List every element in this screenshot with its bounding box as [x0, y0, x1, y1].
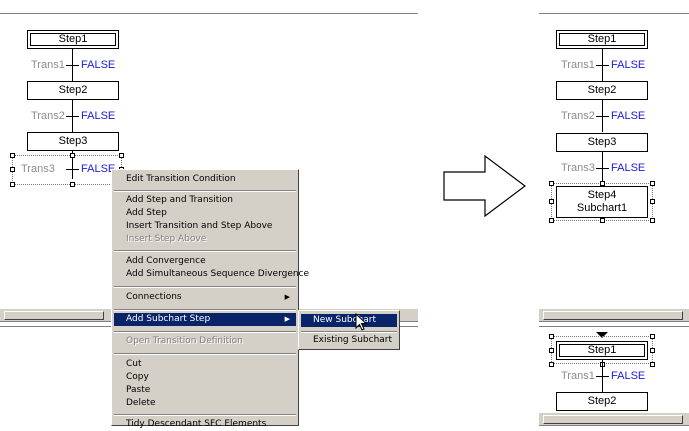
selection-handle[interactable] [70, 182, 75, 187]
left-trans1-bar [66, 65, 79, 66]
menu-item-add-subchart-step[interactable]: Add Subchart Step ▶ [114, 313, 296, 326]
selection-handle[interactable] [549, 218, 554, 223]
subchart-step2[interactable]: Step2 [556, 392, 648, 411]
context-menu: Edit Transition Condition Add Step and T… [111, 169, 309, 429]
menu-item-add-simultaneous-sequence-divergence[interactable]: Add Simultaneous Sequence Divergence [114, 268, 309, 281]
menu-separator [114, 309, 296, 311]
selection-handle[interactable] [70, 153, 75, 158]
right-trans1-condition[interactable]: FALSE [611, 59, 645, 71]
subchart-trans1-bar [596, 376, 609, 377]
subchart-trans1-condition[interactable]: FALSE [611, 370, 645, 382]
selection-handle[interactable] [650, 199, 655, 204]
right-step1[interactable]: Step1 [556, 30, 648, 49]
selection-handle[interactable] [549, 348, 554, 353]
subchart-trans1-name[interactable]: Trans1 [561, 370, 595, 382]
menu-separator [114, 353, 296, 355]
menu-separator [114, 286, 296, 288]
right-step4-subchart-name: Subchart1 [576, 202, 628, 214]
left-trans1-condition[interactable]: FALSE [81, 59, 115, 71]
subchart-scrollbar-thumb[interactable] [543, 415, 683, 424]
right-horizontal-scrollbar[interactable] [539, 308, 689, 322]
selection-handle[interactable] [650, 181, 655, 186]
subchart-step1[interactable]: Step1 [556, 341, 648, 360]
menu-item-insert-transition-and-step-above[interactable]: Insert Transition and Step Above [114, 220, 296, 233]
selection-handle[interactable] [549, 362, 554, 367]
left-panel-top-border [0, 13, 418, 14]
left-trans2-condition[interactable]: FALSE [81, 110, 115, 122]
menu-separator [114, 250, 296, 252]
left-trans2-bar [66, 116, 79, 117]
submenu-arrow-icon: ▶ [284, 293, 290, 301]
selection-handle[interactable] [10, 167, 15, 172]
right-trans1-name[interactable]: Trans1 [561, 59, 595, 71]
menu-item-paste[interactable]: Paste [114, 384, 296, 397]
menu-separator [114, 190, 296, 192]
subchart-horizontal-scrollbar[interactable] [539, 412, 689, 426]
left-step3[interactable]: Step3 [27, 132, 119, 151]
transition-arrow-icon [443, 155, 526, 217]
right-trans3-name[interactable]: Trans3 [561, 162, 595, 174]
selection-handle[interactable] [650, 362, 655, 367]
subchart-submenu: New Subchart Existing Subchart [298, 310, 400, 350]
right-step2[interactable]: Step2 [556, 81, 648, 100]
menu-separator [114, 331, 296, 333]
selection-handle[interactable] [549, 181, 554, 186]
menu-item-cut[interactable]: Cut [114, 358, 296, 371]
selection-handle[interactable] [600, 218, 605, 223]
right-trans2-condition[interactable]: FALSE [611, 110, 645, 122]
left-trans1-name[interactable]: Trans1 [31, 59, 65, 71]
mouse-cursor-icon [355, 313, 368, 331]
submenu-arrow-icon: ▶ [284, 315, 290, 323]
left-trans3-bar [66, 169, 79, 170]
menu-item-add-step-and-transition[interactable]: Add Step and Transition [114, 194, 296, 207]
selection-handle[interactable] [119, 153, 124, 158]
submenu-item-new-subchart[interactable]: New Subchart [301, 314, 397, 327]
menu-item-add-step[interactable]: Add Step [114, 207, 296, 220]
right-trans3-condition[interactable]: FALSE [611, 162, 645, 174]
selection-handle[interactable] [650, 218, 655, 223]
selection-handle[interactable] [549, 334, 554, 339]
menu-item-add-subchart-step-label: Add Subchart Step [126, 314, 211, 324]
menu-item-add-convergence[interactable]: Add Convergence [114, 255, 296, 268]
menu-item-connections-label: Connections [126, 292, 182, 302]
left-step2[interactable]: Step2 [27, 81, 119, 100]
left-step1[interactable]: Step1 [27, 30, 119, 49]
selection-handle[interactable] [10, 182, 15, 187]
menu-item-tidy-descendant-sfc-elements[interactable]: Tidy Descendant SFC Elements [114, 418, 296, 431]
right-trans1-bar [596, 65, 609, 66]
right-trans2-name[interactable]: Trans2 [561, 110, 595, 122]
menu-item-connections[interactable]: Connections ▶ [114, 291, 296, 304]
right-scrollbar-thumb[interactable] [543, 311, 683, 320]
left-trans2-name[interactable]: Trans2 [31, 110, 65, 122]
menu-separator [114, 414, 296, 416]
menu-item-insert-step-above: Insert Step Above [126, 234, 207, 244]
selection-handle[interactable] [600, 181, 605, 186]
selection-handle[interactable] [650, 348, 655, 353]
menu-item-copy[interactable]: Copy [114, 371, 296, 384]
selection-handle[interactable] [650, 334, 655, 339]
right-panel-divider [539, 326, 689, 327]
right-trans2-bar [596, 116, 609, 117]
submenu-item-existing-subchart[interactable]: Existing Subchart [301, 334, 397, 347]
right-trans3-bar [596, 168, 609, 169]
right-step4-name: Step4 [587, 189, 617, 201]
left-scrollbar-thumb[interactable] [4, 311, 104, 320]
right-step3[interactable]: Step3 [556, 133, 648, 152]
menu-item-delete[interactable]: Delete [114, 397, 296, 410]
menu-item-open-transition-definition: Open Transition Definition [126, 336, 243, 346]
selection-handle[interactable] [10, 153, 15, 158]
right-step4-subchart[interactable]: Step4 Subchart1 [556, 186, 648, 218]
menu-item-edit-transition-condition[interactable]: Edit Transition Condition [114, 173, 296, 186]
menu-separator [301, 331, 397, 333]
selection-handle[interactable] [549, 199, 554, 204]
left-trans3-name[interactable]: Trans3 [21, 163, 55, 175]
right-panel-top-border [539, 13, 689, 14]
